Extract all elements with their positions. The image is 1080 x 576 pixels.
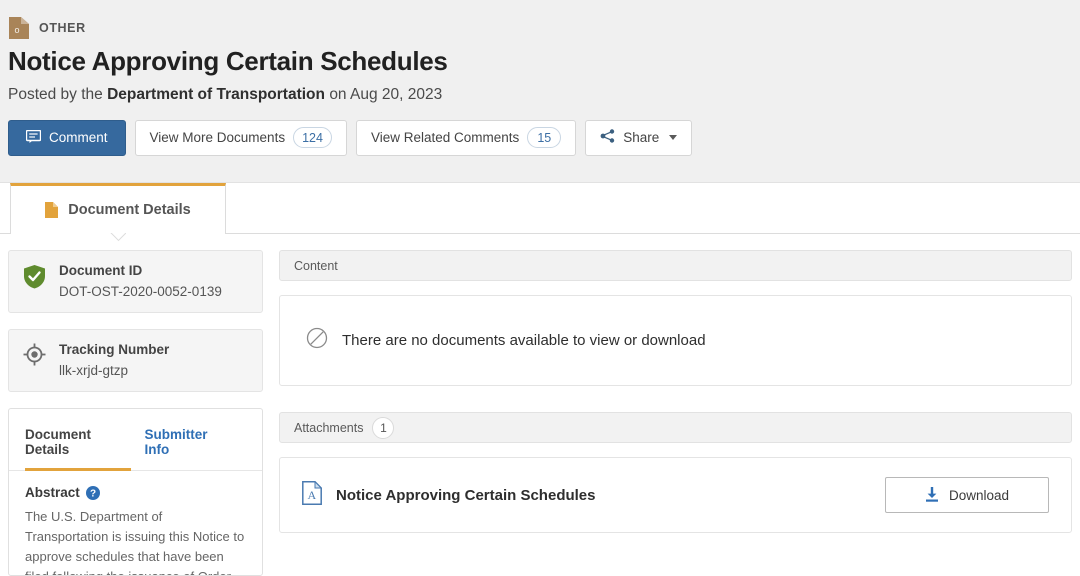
view-related-comments-label: View Related Comments: [370, 130, 520, 146]
document-id-value: DOT-OST-2020-0052-0139: [59, 284, 222, 299]
tracking-number-title: Tracking Number: [59, 342, 170, 357]
document-id-card: Document ID DOT-OST-2020-0052-0139: [8, 250, 263, 313]
content-panel-label: Content: [294, 258, 338, 273]
document-type-label: OTHER: [39, 21, 86, 35]
subtab-submitter-info[interactable]: Submitter Info: [145, 427, 232, 471]
svg-text:?: ?: [90, 488, 96, 499]
posted-date: on Aug 20, 2023: [329, 85, 443, 103]
no-documents-row: There are no documents available to view…: [280, 296, 1071, 385]
circle-slash-icon: [306, 327, 328, 354]
share-button[interactable]: Share: [585, 119, 693, 156]
comment-button-label: Comment: [49, 130, 108, 146]
main-content: Content There are no documents available…: [279, 250, 1072, 533]
sidebar-detail-panel: Document Details Submitter Info Abstract…: [8, 408, 263, 576]
download-arrow-icon: [925, 486, 939, 505]
content-panel-body: There are no documents available to view…: [279, 295, 1072, 386]
tab-strip: Document Details: [0, 183, 1080, 234]
svg-text:o: o: [15, 25, 20, 35]
attachment-name[interactable]: Notice Approving Certain Schedules: [336, 487, 596, 504]
attachments-panel-label: Attachments: [294, 420, 364, 435]
abstract-section: Abstract ? The U.S. Department of Transp…: [9, 471, 262, 575]
abstract-heading: Abstract ?: [25, 485, 246, 500]
attachments-panel-header: Attachments 1: [279, 412, 1072, 443]
attachment-info: A Notice Approving Certain Schedules: [302, 480, 596, 510]
view-related-comments-button[interactable]: View Related Comments 15: [355, 119, 577, 156]
share-button-label: Share: [623, 130, 660, 146]
posted-prefix: Posted by the: [8, 85, 103, 103]
comment-button[interactable]: Comment: [8, 119, 126, 156]
sidebar-subtabs: Document Details Submitter Info: [9, 427, 262, 471]
help-circle-icon[interactable]: ?: [85, 485, 100, 500]
shield-check-icon: [23, 263, 47, 299]
document-type-row: o OTHER: [8, 16, 1072, 40]
view-related-comments-count: 15: [527, 127, 562, 149]
pdf-file-icon: A: [302, 480, 323, 510]
view-more-documents-label: View More Documents: [149, 130, 286, 146]
sidebar: Document ID DOT-OST-2020-0052-0139 Track…: [8, 250, 263, 576]
view-more-documents-button[interactable]: View More Documents 124: [134, 119, 347, 156]
posting-agency: Department of Transportation: [107, 85, 325, 103]
download-button-label: Download: [948, 487, 1010, 503]
tracking-number-card: Tracking Number llk-xrjd-gtzp: [8, 329, 263, 392]
attachment-row: A Notice Approving Certain Schedules Dow…: [280, 458, 1071, 532]
abstract-label: Abstract: [25, 485, 80, 500]
page-title: Notice Approving Certain Schedules: [8, 46, 448, 76]
active-tab-pointer: [110, 233, 126, 242]
attachments-panel-body: A Notice Approving Certain Schedules Dow…: [279, 457, 1072, 533]
document-page-icon: [45, 202, 59, 218]
abstract-text: The U.S. Department of Transportation is…: [25, 509, 245, 575]
posted-byline: Posted by the Department of Transportati…: [8, 86, 1072, 104]
attachments-count-badge: 1: [372, 416, 395, 439]
comment-bubble-icon: [25, 129, 42, 146]
content-panel-header: Content: [279, 250, 1072, 281]
svg-text:A: A: [308, 488, 317, 502]
crosshair-target-icon: [23, 342, 47, 378]
other-document-icon: o: [8, 16, 30, 40]
document-id-title: Document ID: [59, 263, 143, 278]
subtab-document-details[interactable]: Document Details: [25, 427, 131, 471]
tracking-number-value: llk-xrjd-gtzp: [59, 363, 129, 378]
share-nodes-icon: [600, 129, 615, 146]
action-button-bar: Comment View More Documents 124 View Rel…: [8, 119, 1072, 156]
download-button[interactable]: Download: [885, 477, 1049, 513]
page-body: Document ID DOT-OST-2020-0052-0139 Track…: [0, 234, 1080, 576]
view-more-documents-count: 124: [293, 127, 332, 149]
tab-document-details-label: Document Details: [68, 202, 191, 218]
tab-document-details[interactable]: Document Details: [10, 183, 226, 234]
document-header: o OTHER Notice Approving Certain Schedul…: [0, 0, 1080, 183]
chevron-down-icon: [669, 135, 678, 141]
no-documents-message: There are no documents available to view…: [342, 332, 706, 349]
